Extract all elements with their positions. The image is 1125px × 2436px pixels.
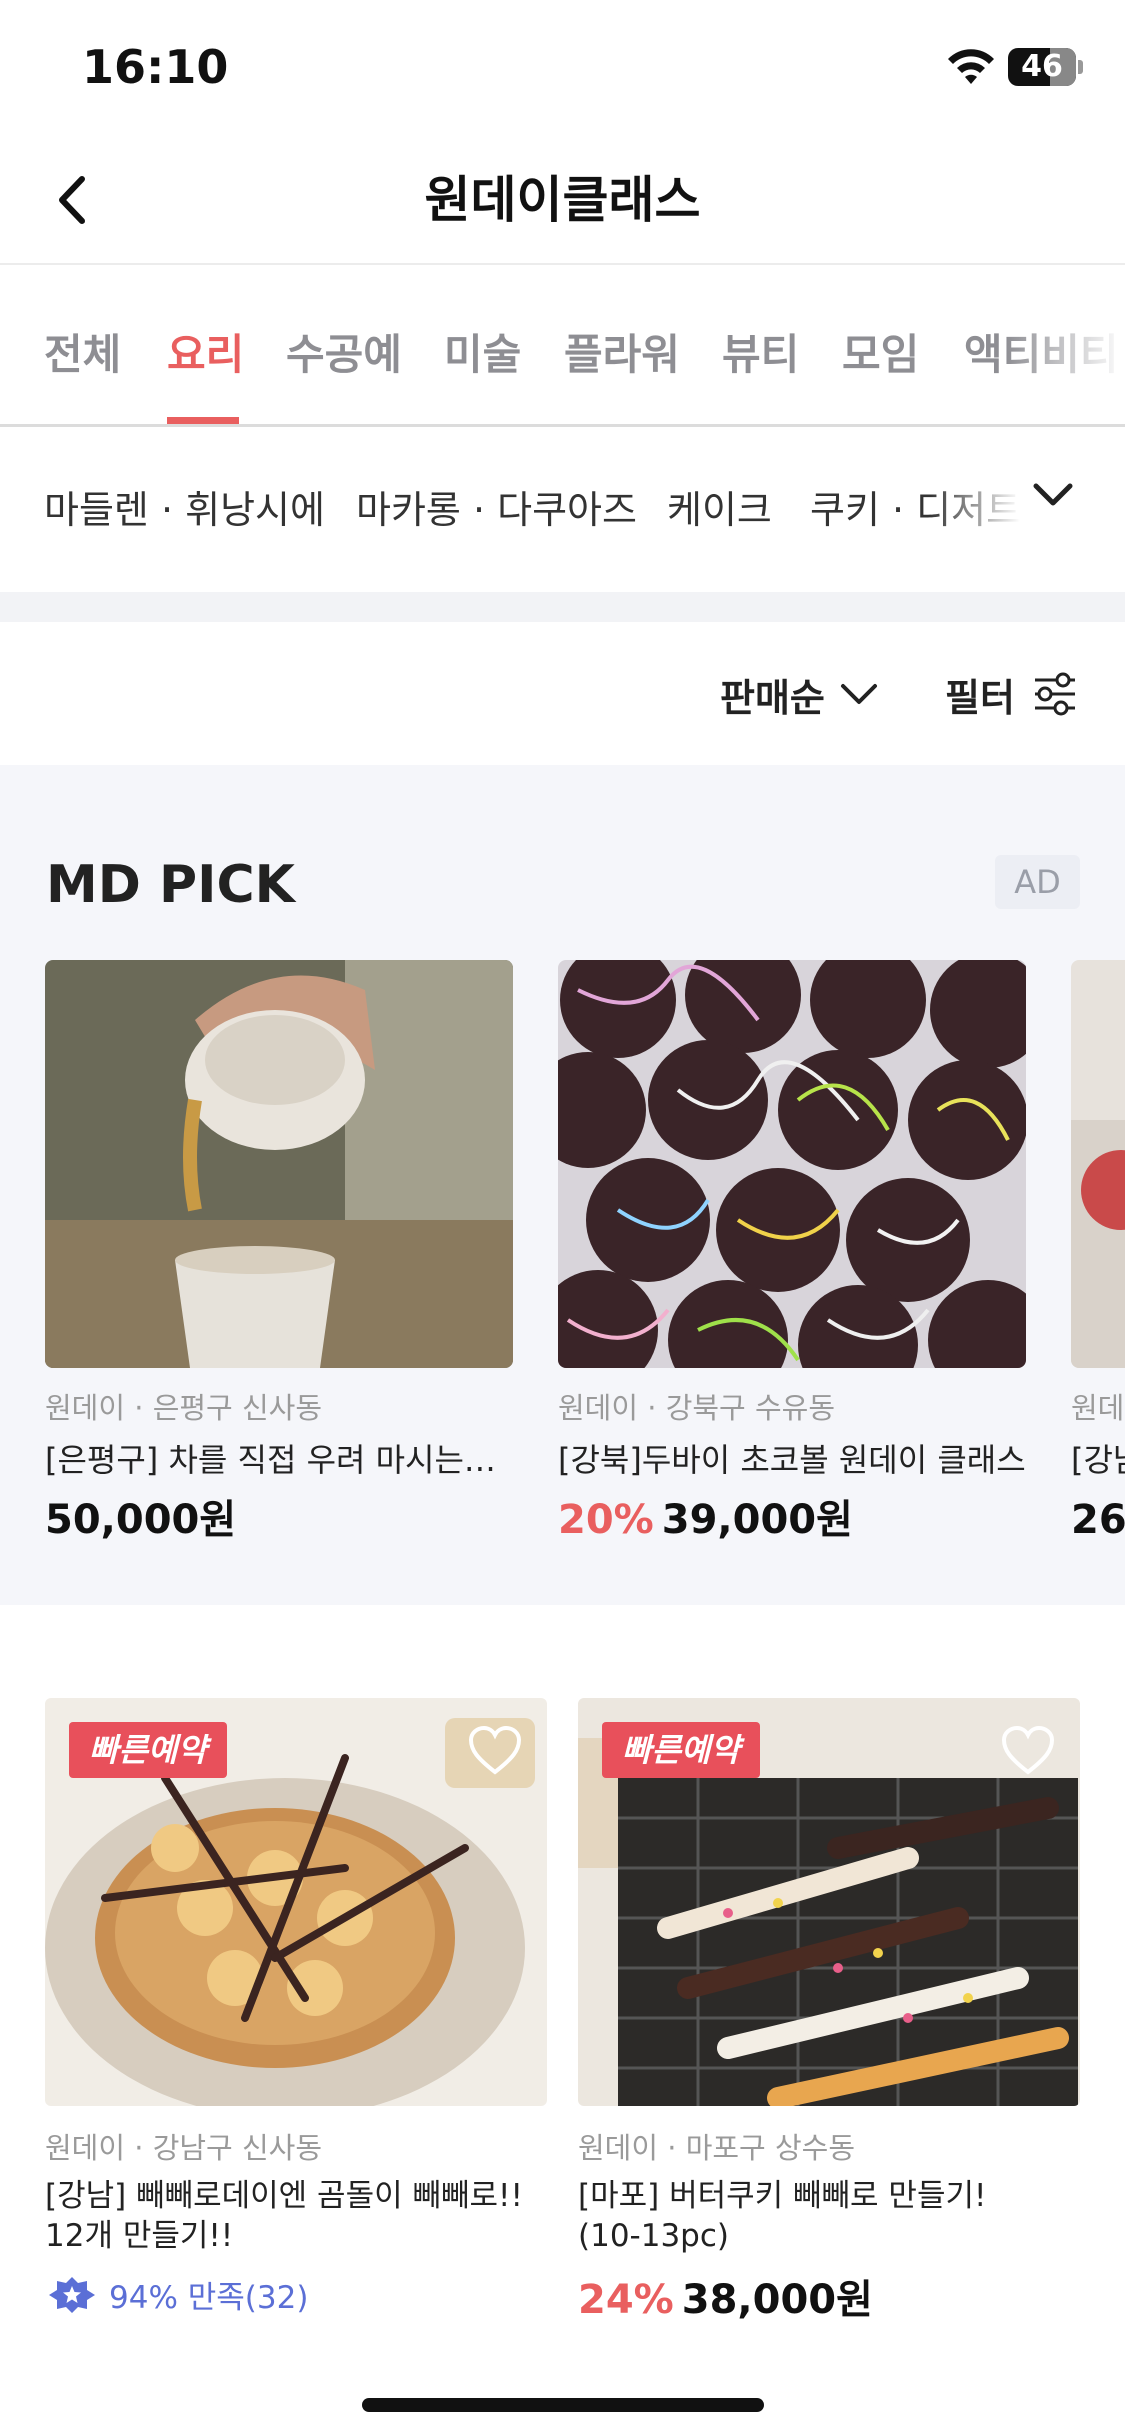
- active-tab-indicator: [167, 417, 239, 424]
- subtab-cake[interactable]: 케이크: [667, 482, 772, 538]
- listing-location: 원데이 · 마포구 상수동: [578, 2131, 855, 2165]
- category-tabs: 전체 요리 수공예 미술 플라워 뷰티 모임 액티비티: [0, 265, 1125, 427]
- tab-art[interactable]: 미술: [444, 325, 521, 385]
- listing-discount: 24%: [578, 2277, 674, 2323]
- listing-price: 38,000원: [681, 2277, 873, 2323]
- listing-card[interactable]: 빠른예약 원데이 · 강남구 신사동 [강남] 빼빼로데이엔 곰돌이 빼빼로!!…: [45, 1698, 547, 2317]
- nav-bar: 원데이클래스: [0, 135, 1125, 265]
- card-image-chocolate[interactable]: [558, 960, 1026, 1368]
- listing-title-line: [강남] 빼빼로데이엔 곰돌이 빼빼로!!: [45, 2178, 523, 2214]
- home-indicator: [362, 2398, 764, 2412]
- wifi-icon: [948, 49, 994, 84]
- satisfaction-badge-icon: [49, 2276, 95, 2313]
- tab-all[interactable]: 전체: [44, 325, 121, 385]
- chevron-down-icon[interactable]: [1028, 470, 1078, 520]
- filter-label: 필터: [945, 675, 1015, 720]
- listing-price-row: 24% 38,000원: [578, 2272, 1080, 2328]
- card-discount: 20%: [558, 1497, 654, 1543]
- card-image-partial[interactable]: [1071, 960, 1125, 1368]
- card-title: [은평구] 차를 직접 우려 마시는…: [45, 1441, 496, 1479]
- subcategory-tabs: 마들렌 · 휘낭시에 마카롱 · 다쿠아즈 케이크 쿠키 · 디저트: [0, 430, 1125, 590]
- card-location: 원데이 · 강북구 수유동: [558, 1391, 835, 1425]
- card-location: 원데: [1071, 1391, 1125, 1425]
- heart-icon[interactable]: [467, 1724, 523, 1776]
- listing-title: [강남] 빼빼로데이엔 곰돌이 빼빼로!! 12개 만들기!!: [45, 2176, 547, 2256]
- card-price: 50,000원: [45, 1497, 237, 1543]
- page-title: 원데이클래스: [424, 171, 701, 229]
- md-pick-card[interactable]: 원데이 · 강북구 수유동 [강북]두바이 초코볼 원데이 클래스 20% 39,…: [558, 960, 1026, 1548]
- card-location: 원데이 · 은평구 신사동: [45, 1391, 322, 1425]
- fast-booking-badge: 빠른예약: [602, 1722, 760, 1778]
- status-bar: 16:10 46: [0, 0, 1125, 135]
- battery-icon: 46: [1008, 48, 1076, 86]
- tab-flower[interactable]: 플라워: [564, 325, 680, 385]
- tab-cooking[interactable]: 요리: [167, 325, 244, 385]
- chevron-down-icon: [840, 684, 877, 704]
- card-price-row: 20% 39,000원: [558, 1492, 1026, 1548]
- card-title: [강북]두바이 초코볼 원데이 클래스: [558, 1441, 1026, 1479]
- listing-card[interactable]: 빠른예약 원데이 · 마포구 상수동 [마포] 버터쿠키 빼빼로 만들기! (1…: [578, 1698, 1080, 2328]
- listing-location: 원데이 · 강남구 신사동: [45, 2131, 322, 2165]
- card-price: 26,: [1071, 1497, 1125, 1543]
- rating-text: 94% 만족(32): [109, 2280, 309, 2316]
- tab-meetup[interactable]: 모임: [842, 325, 919, 385]
- section-divider: [0, 592, 1125, 622]
- sort-label: 판매순: [720, 675, 825, 720]
- ad-badge: AD: [995, 855, 1080, 909]
- filter-button[interactable]: 필터: [945, 666, 1079, 722]
- status-time: 16:10: [82, 40, 229, 94]
- card-title: [강남: [1071, 1441, 1125, 1479]
- battery-tip: [1078, 60, 1083, 74]
- listing-title-line: 12개 만들기!!: [45, 2218, 234, 2254]
- listing-title: [마포] 버터쿠키 빼빼로 만들기! (10-13pc): [578, 2176, 1080, 2256]
- tab-crafts[interactable]: 수공예: [286, 325, 402, 385]
- md-pick-section: MD PICK AD 원데이 · 은평구 신사동 [은평구] 차를 직접 우려 …: [0, 765, 1125, 1605]
- fast-booking-badge: 빠른예약: [69, 1722, 227, 1778]
- tab-beauty[interactable]: 뷰티: [722, 325, 799, 385]
- sort-filter-row: 판매순 필터: [0, 622, 1125, 765]
- subtab-macaron[interactable]: 마카롱 · 다쿠아즈: [356, 482, 637, 538]
- heart-icon[interactable]: [1000, 1724, 1056, 1776]
- tab-fade: [1005, 305, 1125, 405]
- md-pick-card[interactable]: 원데이 · 은평구 신사동 [은평구] 차를 직접 우려 마시는… 50,000…: [45, 960, 513, 1548]
- subtab-madeleine[interactable]: 마들렌 · 휘낭시에: [44, 482, 325, 538]
- battery-level: 46: [1021, 49, 1063, 84]
- card-image-tea[interactable]: [45, 960, 513, 1368]
- listing-image-butter-cookie-pepero[interactable]: 빠른예약: [578, 1698, 1080, 2106]
- md-pick-title: MD PICK: [46, 855, 295, 915]
- card-price-row: 50,000원: [45, 1492, 513, 1548]
- listing-title-line: [마포] 버터쿠키 빼빼로 만들기!: [578, 2178, 987, 2214]
- rating-row: 94% 만족(32): [45, 2272, 547, 2317]
- subtab-fade: [930, 470, 1020, 550]
- card-price-row: 26,: [1071, 1492, 1125, 1548]
- listing-title-line: (10-13pc): [578, 2218, 729, 2254]
- sort-button[interactable]: 판매순: [720, 666, 881, 722]
- filter-icon: [1034, 672, 1075, 716]
- card-price: 39,000원: [661, 1497, 853, 1543]
- md-pick-card[interactable]: 원데 [강남 26,: [1071, 960, 1125, 1548]
- listing-image-bear-pepero[interactable]: 빠른예약: [45, 1698, 547, 2106]
